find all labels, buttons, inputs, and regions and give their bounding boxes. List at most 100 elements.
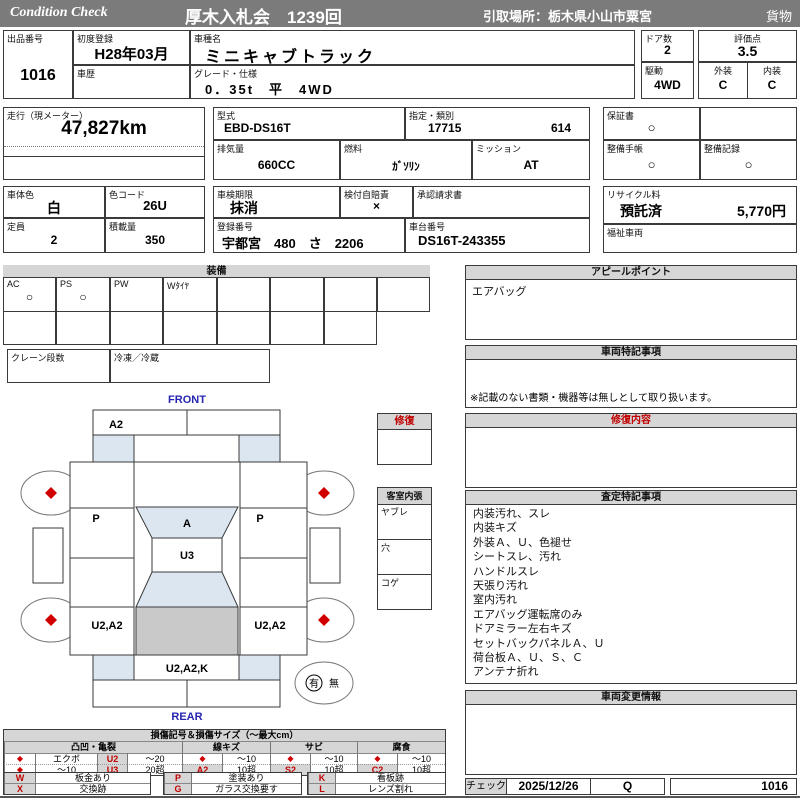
displacement-cell: 排気量 660CC [213,140,340,180]
chassis-number-cell: 車台番号 DS16T-243355 [405,218,590,253]
class-value-2: 614 [550,121,571,135]
color-code-cell: 色コード 26U [105,186,205,218]
legend-diamond-icon: ◆ [182,753,222,764]
code-w: W [4,773,35,783]
truck-bed [135,606,239,656]
assessment-item: 天張り汚れ [473,580,528,593]
equipment-cell-wtire: Wﾀｲﾔ [163,277,217,312]
special-notes-panel: 車両特記事項 ※記載のない書類・機器等は無しとして取り扱います。 [465,345,797,408]
equipment-cell-empty [163,311,217,345]
registration-number-label: 登録番号 [217,222,254,232]
damage-legend-title: 損傷記号＆損傷サイズ（～最大cm） [4,730,445,741]
registration-number-cell: 登録番号 宇都宮 480 さ 2206 [213,218,405,253]
header-bar: Condition Check 厚木入札会 1239回 引取場所：栃木県小山市粟… [0,0,800,29]
roof-damage: U3 [180,550,194,562]
legend-cell: エクボ [35,753,97,764]
warranty-value: ○ [647,120,656,135]
equipment-cell-empty [270,277,324,312]
legend-cell: ～20 [127,753,182,764]
equipment-cell-empty [56,311,110,345]
reefer-cell: 冷凍／冷蔵 [110,349,270,383]
cabin-lining-title: 客室内張 [378,488,431,505]
assessment-item: アンテナ折れ [473,666,539,679]
history-label: 車歴 [77,69,96,79]
repair-detail-title: 修復内容 [466,414,796,428]
maintenance-book-cell: 整備手帳 ○ [603,140,700,180]
lot-number-value: 1016 [20,67,56,84]
equipment-value: ○ [79,290,87,304]
equipment-label: PW [114,279,129,289]
equipment-cell-empty [3,311,56,345]
model-value: ミニキャブトラック [205,49,377,66]
assessment-item: 室内汚れ [473,594,517,607]
left-door-damage: P [92,513,99,525]
capacity-value: 2 [50,233,58,247]
equipment-cell-ac: AC ○ [3,277,56,312]
assessment-notes-title: 査定特記事項 [466,491,796,505]
legend-cell: U2 [97,753,127,764]
code-table-kl: K 看板跡 L レンズ割れ [307,772,446,795]
front-left-corner [92,434,135,463]
type-code-value: EBD-DS16T [224,121,291,135]
chassis-number-value: DS16T-243355 [418,233,506,248]
repair-flag-title: 修復 [378,414,431,430]
transmission-value: AT [523,158,539,172]
right-side-step [309,527,341,584]
body-color-cell: 車体色 白 [3,186,105,218]
blank-cell [700,107,797,140]
equipment-label: AC [7,279,20,289]
maintenance-book-label: 整備手帳 [607,144,644,154]
maintenance-book-value: ○ [647,157,656,172]
appeal-points-title: アピールポイント [466,266,796,280]
insurance-cell: 検付自賠責 × [340,186,413,218]
interior-value: C [767,78,777,92]
equipment-label: PS [60,279,73,289]
code-p: P [164,773,191,783]
windshield-damage: A [183,518,191,530]
cabin-row-label: ヤブレ [381,507,409,517]
code-k-value: 看板跡 [335,773,445,783]
displacement-label: 排気量 [217,144,245,154]
recycle-fee-label: リサイクル料 [607,190,661,200]
capacity-cell: 定員 2 [3,218,105,253]
left-side-step [32,527,64,584]
rear-window [135,571,239,608]
assessment-item: ドアミラー左右キズ [473,623,572,636]
fuel-label: 燃料 [344,144,363,154]
equipment-value: ○ [25,290,34,304]
first-registration-cell: 初度登録 H28年03月 [73,30,190,65]
code-x-value: 交換跡 [35,783,150,794]
exterior-label: 外装 [713,66,732,76]
repair-flag-box: 修復 [377,413,432,465]
left-bed-damage: U2,A2 [91,620,122,632]
registration-number-value: 宇都宮 480 さ 2206 [222,236,364,251]
transmission-cell: ミッション AT [472,140,590,180]
check-label-cell: チェック [465,778,507,795]
interior-cell: 内装 C [747,62,797,99]
change-info-panel: 車両変更情報 [465,690,797,775]
insurance-value: × [372,199,380,213]
equipment-cell-empty [377,277,430,312]
spare-tire-indicator [294,661,354,705]
capacity-label: 定員 [7,222,26,232]
spare-yes-label: 有 [309,677,319,690]
vehicle-category: 貨物 [765,9,792,24]
inspection-cell: 車検期限 抹消 [213,186,340,218]
drive-label: 駆動 [645,66,664,76]
body-color-value: 白 [47,200,61,216]
maintenance-record-value: ○ [744,157,753,172]
equipment-cell-empty [324,277,377,312]
load-capacity-value: 350 [144,233,166,247]
right-bed-damage: U2,A2 [254,620,285,632]
code-g: G [164,783,191,794]
recycle-fee-value: 5,770円 [736,203,786,219]
assessment-item: 内装キズ [473,522,517,535]
interior-label: 内装 [762,66,781,76]
load-capacity-label: 積載量 [109,222,137,232]
approval-request-label: 承認請求書 [417,190,463,200]
special-notes-disclaimer: ※記載のない書類・機器等は無しとして取り扱います。 [470,393,718,404]
legend-cell: ～10 [397,753,445,764]
welfare-vehicle-label: 福祉車両 [607,228,644,238]
cabin-row-tear: ヤブレ [378,504,431,539]
legend-group-corrosion: 腐食 [357,741,445,753]
